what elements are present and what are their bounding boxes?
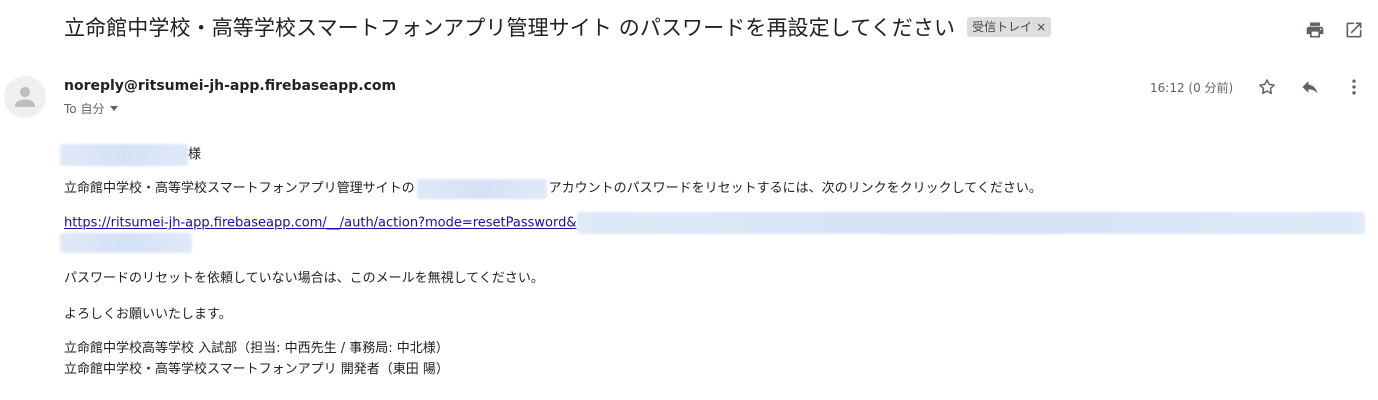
inbox-label-text: 受信トレイ: [972, 20, 1033, 34]
email-subject: 立命館中学校・高等学校スマートフォンアプリ管理サイト のパスワードを再設定してく…: [64, 16, 956, 40]
sender-email: noreply@ritsumei-jh-app.firebaseapp.com: [64, 78, 397, 94]
ignore-notice: パスワードのリセットを依頼していない場合は、このメールを無視してください。: [64, 271, 544, 286]
redacted-link-remainder: [576, 212, 1365, 234]
remove-label-icon[interactable]: ×: [1036, 20, 1046, 34]
reply-icon[interactable]: [1300, 77, 1320, 97]
instruction-text-before: 立命館中学校・高等学校スマートフォンアプリ管理サイトの: [64, 181, 415, 196]
signature-line-2: 立命館中学校・高等学校スマートフォンアプリ 開発者（東田 陽）: [64, 362, 449, 377]
open-in-new-icon[interactable]: [1344, 20, 1364, 40]
recipient-label: To 自分: [64, 102, 105, 116]
more-vert-icon[interactable]: [1344, 77, 1364, 97]
inbox-label-chip[interactable]: 受信トレイ ×: [967, 17, 1052, 37]
subject-row: 立命館中学校・高等学校スマートフォンアプリ管理サイト のパスワードを再設定してく…: [64, 12, 1052, 42]
closing-line: よろしくお願いいたします。: [64, 307, 232, 322]
salutation-suffix: 様: [188, 147, 202, 162]
redacted-link-tail: [60, 233, 192, 253]
star-icon[interactable]: [1257, 77, 1277, 97]
redacted-account-email: [416, 178, 547, 199]
signature-line-1: 立命館中学校高等学校 入試部（担当: 中西先生 / 事務局: 中北様）: [64, 341, 449, 356]
sender-avatar: [4, 76, 46, 118]
instruction-text-after: アカウントのパスワードをリセットするには、次のリンクをクリックしてください。: [548, 181, 1042, 196]
print-icon[interactable]: [1305, 20, 1325, 40]
caret-down-icon: [110, 106, 119, 111]
email-timestamp: 16:12 (0 分前): [1150, 81, 1234, 95]
reset-link-line-2: [60, 233, 192, 253]
reset-password-link[interactable]: https://ritsumei-jh-app.firebaseapp.com/…: [64, 216, 577, 231]
salutation-line: 様: [60, 143, 201, 166]
reset-link-line: https://ritsumei-jh-app.firebaseapp.com/…: [64, 212, 1365, 234]
redacted-recipient-name: [60, 143, 188, 166]
recipient-details-toggle[interactable]: To 自分: [64, 100, 119, 117]
reset-instruction-line: 立命館中学校・高等学校スマートフォンアプリ管理サイトの アカウントのパスワードをリ…: [64, 177, 1042, 199]
person-icon: [15, 87, 35, 107]
